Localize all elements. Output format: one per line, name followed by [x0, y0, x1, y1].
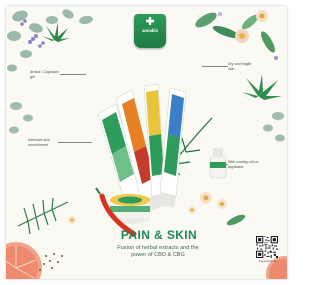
callout-line-left-top [60, 74, 86, 75]
foliage-top-right [195, 10, 278, 60]
callout-left-mid: Intensive skin nourishment [28, 138, 50, 147]
hemp-leaf-right [242, 74, 282, 100]
brand-logo-text: annabis [142, 28, 158, 33]
product-poster: annabis Arnica / Capsaicin gel Intensive… [6, 6, 287, 279]
lavender-top-left [20, 19, 45, 48]
eucalyptus-right [263, 112, 285, 142]
brand-logo: annabis [134, 14, 166, 48]
seeds-bottom-left [39, 253, 63, 271]
subtitle-line-2: power of CBD & CBG [131, 252, 185, 258]
grapefruit-slice-bottom-left [6, 242, 42, 279]
palm-frond-bottom-left [17, 197, 69, 235]
callout-line-right-top [202, 66, 228, 67]
callout-line-left-mid [58, 142, 92, 143]
page-subtitle: Fusion of herbal extracts and the power … [84, 245, 232, 259]
callout-right-mid: With cooling roll-on applicator [228, 160, 259, 169]
qr-code[interactable] [256, 236, 278, 258]
callout-right-top: Dry and fragile skin [228, 62, 252, 71]
callout-line-right-mid [224, 164, 228, 165]
hemp-leaf-top-left [42, 22, 70, 42]
product-rollon [209, 148, 227, 179]
callout-left-top: Arnica / Capsaicin gel [30, 70, 59, 79]
eucalyptus-left [9, 102, 33, 134]
product-tube-cannaderm [159, 87, 187, 197]
qr-caption: www.annabis.com [258, 260, 278, 263]
subtitle-line-1: Fusion of herbal extracts and the [117, 245, 199, 251]
page-title: PAIN & SKIN [120, 228, 198, 242]
cross-icon [146, 17, 154, 25]
